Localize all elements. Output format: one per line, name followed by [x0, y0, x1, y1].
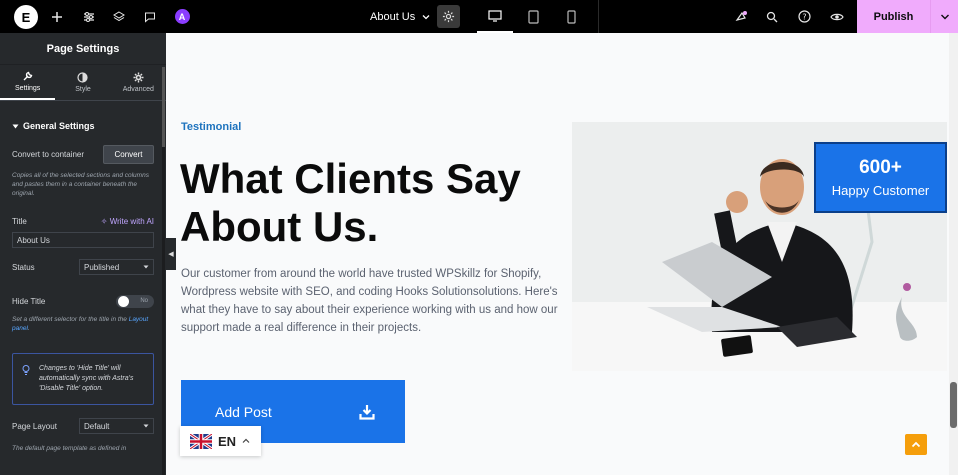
mobile-icon[interactable] [553, 0, 589, 33]
search-icon[interactable] [764, 0, 780, 33]
status-value: Published [84, 262, 120, 272]
wrench-icon [23, 71, 33, 81]
page-canvas: Testimonial What Clients Say About Us. O… [166, 33, 949, 475]
toggle-knob [118, 296, 129, 307]
desktop-icon[interactable] [477, 0, 513, 33]
chevron-up-icon [242, 438, 250, 443]
page-selector[interactable]: About Us [370, 0, 431, 33]
canvas-scrollbar[interactable] [949, 33, 958, 475]
comment-icon[interactable] [142, 0, 158, 33]
title-label: Title [12, 217, 27, 226]
half-circle-icon [77, 72, 89, 83]
hide-hint-text: Set a different selector for the title i… [12, 316, 129, 323]
page-layout-value: Default [84, 421, 110, 431]
sync-notice: Changes to 'Hide Title' will automatical… [12, 353, 154, 405]
badge-number: 600+ [859, 157, 902, 178]
publish-options-chevron-icon[interactable] [930, 0, 958, 33]
title-input[interactable]: About Us [12, 232, 154, 248]
tab-settings[interactable]: Settings [0, 65, 56, 100]
tab-style-label: Style [75, 86, 91, 93]
panel-scrollbar[interactable] [162, 67, 165, 475]
svg-text:?: ? [802, 12, 806, 21]
hide-title-hint: Set a different selector for the title i… [12, 315, 154, 333]
plus-icon[interactable] [49, 0, 65, 33]
general-settings-toggle[interactable]: General Settings [12, 121, 154, 131]
convert-button[interactable]: Convert [103, 145, 154, 164]
arrow-up-icon [911, 441, 921, 447]
layers-icon[interactable] [111, 0, 127, 33]
collapse-panel-arrow-icon[interactable]: ◀ [166, 238, 176, 270]
toolbar-divider [598, 0, 599, 33]
panel-scroll-thumb[interactable] [162, 67, 165, 147]
publish-label: Publish [873, 10, 914, 23]
language-code: EN [218, 433, 237, 449]
section-paragraph[interactable]: Our customer from around the world have … [181, 265, 561, 337]
tab-settings-label: Settings [15, 85, 41, 92]
toggle-state: No [140, 298, 148, 304]
status-select[interactable]: Published [79, 259, 154, 275]
convert-hint: Copies all of the selected sections and … [12, 172, 149, 197]
elementor-logo-icon[interactable]: E [14, 5, 38, 29]
convert-label: Convert to container [12, 150, 85, 159]
page-name: About Us [370, 10, 416, 23]
tab-advanced-label: Advanced [122, 86, 154, 93]
tab-style[interactable]: Style [55, 65, 110, 100]
elementor-editor: E A About Us ? Publish Page Settings Set… [0, 0, 958, 475]
section-title: General Settings [23, 121, 95, 131]
help-icon[interactable]: ? [796, 0, 812, 33]
hide-hint-end: . [27, 325, 30, 332]
add-post-label: Add Post [215, 403, 272, 420]
panel-tabs: Settings Style Advanced [0, 65, 166, 101]
badge-caption: Happy Customer [831, 183, 930, 198]
layout-hint: The default page template as defined in [12, 445, 127, 452]
happy-customer-badge[interactable]: 600+ Happy Customer [814, 142, 947, 213]
write-with-ai-label: Write with AI [109, 217, 154, 226]
canvas-scroll-thumb[interactable] [950, 382, 957, 428]
sliders-icon[interactable] [81, 0, 97, 33]
hide-title-label: Hide Title [12, 297, 46, 306]
page-settings-panel: Page Settings Settings Style Advanced Ge… [0, 33, 166, 475]
scroll-to-top-button[interactable] [905, 434, 927, 455]
notice-text: Changes to 'Hide Title' will automatical… [39, 365, 134, 392]
page-layout-select[interactable]: Default [79, 418, 154, 434]
section-headline[interactable]: What Clients Say About Us. [180, 155, 560, 251]
tab-advanced[interactable]: Advanced [111, 65, 166, 100]
section-subtitle[interactable]: Testimonial [181, 121, 241, 133]
download-icon [359, 404, 375, 420]
status-label: Status [12, 262, 35, 272]
uk-flag-icon [190, 433, 212, 449]
hide-title-toggle[interactable]: No [116, 295, 154, 308]
write-with-ai-link[interactable]: ✧ Write with AI [101, 217, 154, 226]
top-toolbar: E A About Us ? Publish [0, 0, 958, 33]
ai-icon[interactable]: A [174, 0, 190, 33]
caret-down-icon [143, 424, 149, 428]
chevron-down-icon [422, 14, 430, 19]
caret-down-icon [12, 124, 19, 128]
language-switcher[interactable]: EN [180, 426, 261, 456]
panel-title: Page Settings [0, 33, 166, 65]
page-settings-gear-icon[interactable] [437, 5, 460, 28]
page-layout-label: Page Layout [12, 421, 57, 431]
notifications-icon[interactable] [733, 0, 749, 33]
preview-eye-icon[interactable] [829, 0, 845, 33]
caret-down-icon [143, 265, 149, 269]
gear-icon [133, 72, 144, 83]
tablet-icon[interactable] [515, 0, 551, 33]
publish-button[interactable]: Publish [857, 0, 958, 33]
lightbulb-icon [22, 365, 30, 375]
